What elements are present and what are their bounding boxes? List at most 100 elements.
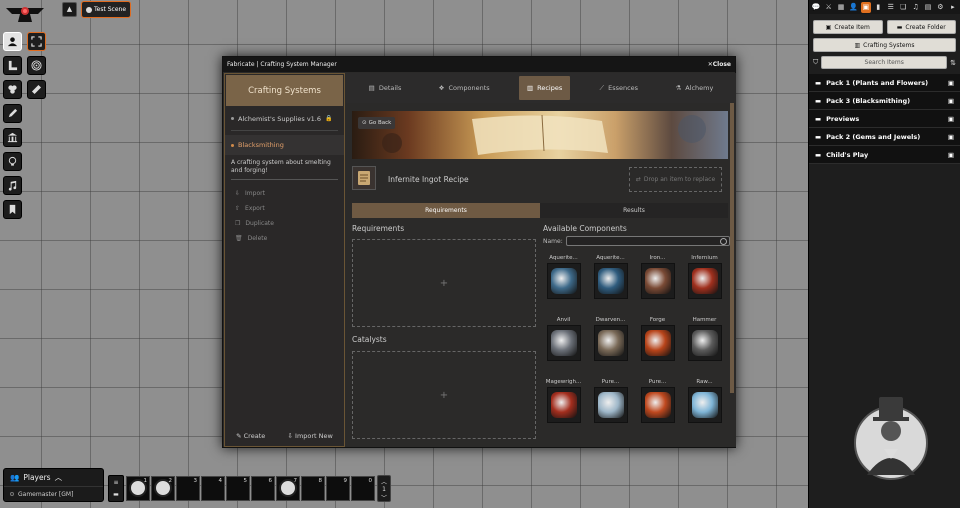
scenes-tab-icon[interactable]: ▦ — [836, 2, 846, 13]
item-folder[interactable]: ▬ Pack 3 (Blacksmithing) ▣ — [809, 92, 960, 110]
replace-item-dropzone[interactable]: ⇄ Drop an item to replace — [629, 167, 722, 192]
macro-slot[interactable]: 7 — [276, 476, 300, 501]
macro-slot[interactable]: 4 — [201, 476, 225, 501]
lighting-controls-button[interactable] — [3, 152, 22, 171]
foundry-logo[interactable] — [4, 2, 46, 26]
component-card[interactable]: Anvil — [543, 315, 584, 373]
component-card[interactable]: Magewrigh... — [543, 377, 584, 435]
component-image[interactable] — [593, 387, 628, 423]
sounds-controls-button[interactable] — [3, 176, 22, 195]
component-card[interactable]: Pure... — [590, 377, 631, 435]
component-image[interactable] — [687, 263, 722, 299]
macro-slot[interactable]: 1 — [126, 476, 150, 501]
window-header[interactable]: Fabricate | Crafting System Manager ✕Clo… — [223, 57, 735, 72]
tables-tab-icon[interactable]: ☰ — [886, 2, 896, 13]
tab-essences[interactable]: ⟋ Essences — [592, 76, 647, 100]
create-in-folder-icon[interactable]: ▣ — [948, 97, 954, 105]
measure-controls-button[interactable] — [3, 56, 22, 75]
go-back-button[interactable]: ⊙ Go Back — [358, 117, 396, 129]
collapse-sidebar-icon[interactable]: ▸ — [948, 2, 958, 13]
select-tool-button[interactable] — [27, 32, 46, 51]
walls-controls-button[interactable] — [3, 128, 22, 147]
component-image[interactable] — [640, 325, 675, 361]
system-item-alchemists-supplies[interactable]: Alchemist's Supplies v1.6 🔒 — [225, 112, 344, 125]
export-action[interactable]: ⇧ Export — [225, 201, 344, 216]
recipe-name[interactable]: Infernite Ingot Recipe — [388, 175, 469, 184]
component-card[interactable]: Raw... — [684, 377, 725, 435]
macro-slot[interactable]: 5 — [226, 476, 250, 501]
component-image[interactable] — [593, 325, 628, 361]
chat-tab-icon[interactable]: 💬 — [811, 2, 821, 13]
catalysts-dropzone[interactable]: + — [352, 351, 536, 439]
name-filter-input[interactable] — [565, 236, 730, 246]
component-image[interactable] — [546, 325, 581, 361]
items-tab-icon[interactable]: ▣ — [860, 1, 872, 13]
create-folder-button[interactable]: ▬ Create Folder — [886, 20, 956, 34]
search-items-input[interactable]: Search Items — [821, 56, 948, 69]
macro-slot[interactable]: 3 — [176, 476, 200, 501]
import-action[interactable]: ⇩ Import — [225, 186, 344, 201]
item-folder[interactable]: ▬ Child's Play ▣ — [809, 146, 960, 164]
settings-tab-icon[interactable]: ⚙ — [935, 2, 945, 13]
scrollbar[interactable] — [730, 103, 734, 447]
component-card[interactable]: Aquerite... — [590, 253, 631, 311]
journal-tab-icon[interactable]: ▮ — [873, 2, 883, 13]
compendium-tab-icon[interactable]: ▤ — [923, 2, 933, 13]
token-controls-button[interactable] — [3, 32, 22, 51]
tab-details[interactable]: ▤ Details — [361, 76, 410, 100]
component-card[interactable]: Aquerite... — [543, 253, 584, 311]
tiles-controls-button[interactable] — [3, 80, 22, 99]
tab-alchemy[interactable]: ⚗ Alchemy — [667, 76, 721, 100]
component-image[interactable] — [546, 263, 581, 299]
component-card[interactable]: Iron... — [637, 253, 678, 311]
item-folder[interactable]: ▬ Previews ▣ — [809, 110, 960, 128]
create-in-folder-icon[interactable]: ▣ — [948, 79, 954, 87]
component-image[interactable] — [640, 387, 675, 423]
tab-recipes[interactable]: ▥ Recipes — [518, 76, 571, 100]
combat-tab-icon[interactable]: ⚔ — [823, 2, 833, 13]
create-in-folder-icon[interactable]: ▣ — [948, 133, 954, 141]
tab-components[interactable]: ❖ Components — [431, 76, 498, 100]
component-image[interactable] — [687, 387, 722, 423]
clear-filter-icon[interactable] — [720, 238, 727, 245]
component-card[interactable]: Dwarven... — [590, 315, 631, 373]
component-card[interactable]: Hammer — [684, 315, 725, 373]
page-down-icon[interactable]: ﹀ — [381, 493, 387, 502]
macro-slot[interactable]: 2 — [151, 476, 175, 501]
create-in-folder-icon[interactable]: ▣ — [948, 151, 954, 159]
notes-controls-button[interactable] — [3, 200, 22, 219]
page-up-icon[interactable]: ︿ — [381, 477, 387, 486]
create-item-button[interactable]: ▣ Create Item — [813, 20, 883, 34]
macro-slot[interactable]: 8 — [301, 476, 325, 501]
ruler-tool-button[interactable] — [27, 80, 46, 99]
scrollbar-thumb[interactable] — [730, 103, 734, 393]
menu-icon[interactable]: ≡ — [113, 479, 118, 486]
component-image[interactable] — [640, 263, 675, 299]
duplicate-action[interactable]: ❐ Duplicate — [225, 216, 344, 231]
players-header[interactable]: 👥 Players ︿ — [4, 469, 103, 487]
macro-slot[interactable]: 9 — [326, 476, 350, 501]
delete-action[interactable]: 🗑 Delete — [225, 231, 344, 246]
import-new-button[interactable]: ⇩ Import New — [288, 432, 333, 440]
close-button[interactable]: ✕Close — [708, 61, 731, 68]
component-card[interactable]: Pure... — [637, 377, 678, 435]
subtab-results[interactable]: Results — [540, 203, 728, 218]
cards-tab-icon[interactable]: ❏ — [898, 2, 908, 13]
create-button[interactable]: ✎ Create — [236, 432, 265, 440]
component-image[interactable] — [593, 263, 628, 299]
item-folder[interactable]: ▬ Pack 2 (Gems and Jewels) ▣ — [809, 128, 960, 146]
component-card[interactable]: Forge — [637, 315, 678, 373]
target-tool-button[interactable] — [27, 56, 46, 75]
recipe-scroll-icon[interactable] — [352, 166, 376, 190]
scene-nav-toggle[interactable]: ▲ — [62, 2, 77, 17]
filter-icon[interactable]: ⛉ — [813, 58, 818, 67]
playlists-tab-icon[interactable]: ♫ — [910, 2, 920, 13]
subtab-requirements[interactable]: Requirements — [352, 203, 540, 218]
component-image[interactable] — [546, 387, 581, 423]
item-folder[interactable]: ▬ Pack 1 (Plants and Flowers) ▣ — [809, 74, 960, 92]
drawing-controls-button[interactable] — [3, 104, 22, 123]
player-row-gm[interactable]: Gamemaster [GM] — [4, 487, 103, 501]
actors-tab-icon[interactable]: 👤 — [848, 2, 858, 13]
sort-icon[interactable]: ⇅ — [950, 59, 956, 67]
macro-slot[interactable]: 6 — [251, 476, 275, 501]
